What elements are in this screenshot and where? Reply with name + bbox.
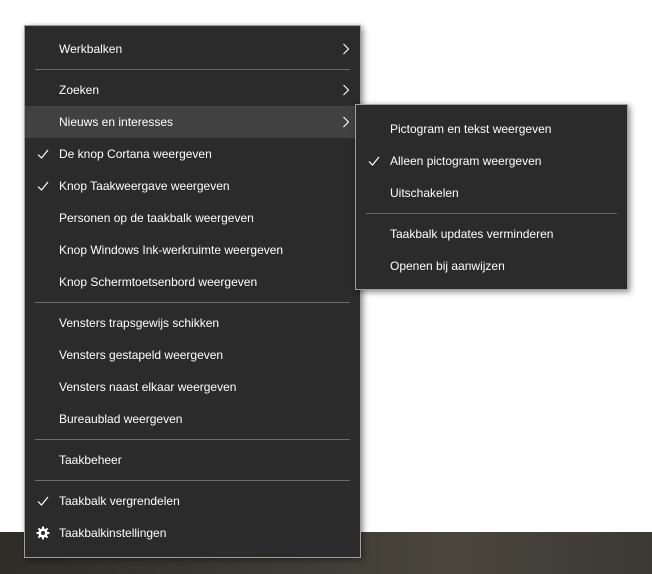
menu-item-label: Alleen pictogram weergeven xyxy=(390,154,542,168)
checkmark-icon xyxy=(37,496,49,506)
menu-item-label: Uitschakelen xyxy=(390,186,459,200)
checkmark-icon xyxy=(37,149,49,159)
gear-icon xyxy=(36,526,50,540)
menu-item-side-by-side[interactable]: Vensters naast elkaar weergeven xyxy=(25,371,360,403)
menu-item-news-interests[interactable]: Nieuws en interesses xyxy=(25,106,360,138)
menu-item-toolbars[interactable]: Werkbalken xyxy=(25,33,360,65)
submenu-item-icon-only[interactable]: Alleen pictogram weergeven xyxy=(356,145,627,177)
menu-item-label: Vensters trapsgewijs schikken xyxy=(59,316,220,330)
menu-item-label: Personen op de taakbalk weergeven xyxy=(59,211,254,225)
menu-item-label: Werkbalken xyxy=(59,42,123,56)
menu-separator xyxy=(35,69,350,70)
menu-item-task-manager[interactable]: Taakbeheer xyxy=(25,444,360,476)
checkmark-icon xyxy=(37,181,49,191)
menu-item-label: Taakbalk updates verminderen xyxy=(390,227,554,241)
menu-item-label: Zoeken xyxy=(59,83,100,97)
news-interests-submenu: Pictogram en tekst weergeven Alleen pict… xyxy=(355,104,628,290)
menu-item-search[interactable]: Zoeken xyxy=(25,74,360,106)
menu-item-label: Knop Taakweergave weergeven xyxy=(59,179,230,193)
menu-item-label: De knop Cortana weergeven xyxy=(59,147,212,161)
menu-item-stack-windows[interactable]: Vensters gestapeld weergeven xyxy=(25,339,360,371)
menu-item-label: Vensters naast elkaar weergeven xyxy=(59,380,237,394)
menu-item-label: Knop Windows Ink-werkruimte weergeven xyxy=(59,243,284,257)
chevron-right-icon xyxy=(343,84,350,96)
menu-item-label: Openen bij aanwijzen xyxy=(390,259,505,273)
menu-item-label: Vensters gestapeld weergeven xyxy=(59,348,224,362)
menu-item-show-desktop[interactable]: Bureaublad weergeven xyxy=(25,403,360,435)
menu-item-label: Taakbeheer xyxy=(59,453,122,467)
menu-item-taskbar-settings[interactable]: Taakbalkinstellingen xyxy=(25,517,360,549)
menu-item-show-task-view[interactable]: Knop Taakweergave weergeven xyxy=(25,170,360,202)
menu-item-label: Taakbalk vergrendelen xyxy=(59,494,180,508)
checkmark-icon xyxy=(368,156,380,166)
menu-item-show-people[interactable]: Personen op de taakbalk weergeven xyxy=(25,202,360,234)
menu-item-show-cortana[interactable]: De knop Cortana weergeven xyxy=(25,138,360,170)
menu-item-label: Bureaublad weergeven xyxy=(59,412,183,426)
menu-separator xyxy=(35,439,350,440)
submenu-item-turn-off[interactable]: Uitschakelen xyxy=(356,177,627,209)
menu-item-label: Nieuws en interesses xyxy=(59,115,174,129)
menu-separator xyxy=(35,302,350,303)
taskbar-context-menu: Werkbalken Zoeken Nieuws en interesses D… xyxy=(24,25,361,558)
menu-separator xyxy=(35,480,350,481)
submenu-item-icon-and-text[interactable]: Pictogram en tekst weergeven xyxy=(356,113,627,145)
chevron-right-icon xyxy=(343,43,350,55)
menu-item-show-ink-workspace[interactable]: Knop Windows Ink-werkruimte weergeven xyxy=(25,234,360,266)
chevron-right-icon xyxy=(343,116,350,128)
submenu-item-open-on-hover[interactable]: Openen bij aanwijzen xyxy=(356,250,627,282)
menu-item-show-touch-keyboard[interactable]: Knop Schermtoetsenbord weergeven xyxy=(25,266,360,298)
menu-item-label: Pictogram en tekst weergeven xyxy=(390,122,552,136)
menu-item-label: Taakbalkinstellingen xyxy=(59,526,167,540)
menu-item-label: Knop Schermtoetsenbord weergeven xyxy=(59,275,258,289)
menu-separator xyxy=(366,213,617,214)
menu-item-cascade-windows[interactable]: Vensters trapsgewijs schikken xyxy=(25,307,360,339)
submenu-item-reduce-updates[interactable]: Taakbalk updates verminderen xyxy=(356,218,627,250)
menu-item-lock-taskbar[interactable]: Taakbalk vergrendelen xyxy=(25,485,360,517)
